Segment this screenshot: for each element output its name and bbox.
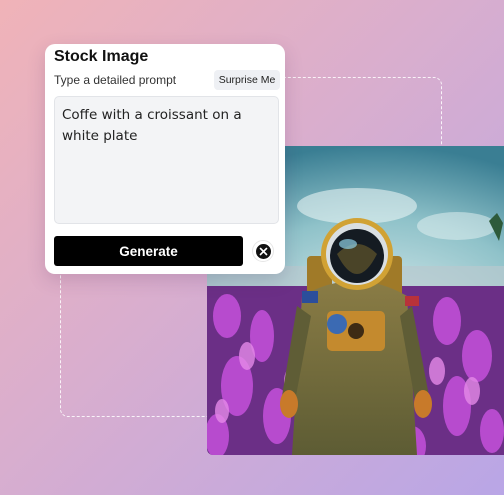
- prompt-textarea[interactable]: Coffe with a croissant on a white plate: [54, 96, 279, 224]
- close-icon: [255, 243, 271, 259]
- prompt-label: Type a detailed prompt: [54, 73, 177, 87]
- surprise-me-button[interactable]: Surprise Me: [214, 70, 280, 90]
- generate-button[interactable]: Generate: [54, 236, 243, 266]
- stock-image-panel: Stock Image Type a detailed prompt Surpr…: [45, 44, 285, 274]
- clear-prompt-button[interactable]: [252, 240, 274, 262]
- panel-title: Stock Image: [54, 48, 149, 65]
